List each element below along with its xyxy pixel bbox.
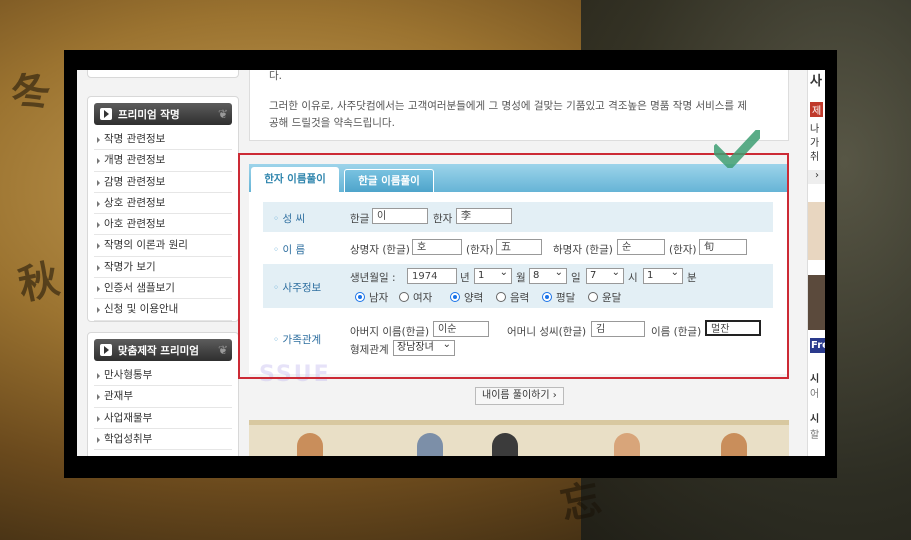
free-badge[interactable]: Free	[810, 338, 825, 353]
menu-item[interactable]: 학업성취부	[94, 429, 232, 451]
right-text: 가	[810, 138, 820, 149]
custom-premium-header[interactable]: 맞춤제작 프리미엄 ❦	[94, 339, 232, 361]
right-badge: 제	[810, 102, 824, 117]
menu-item[interactable]: 인증서 샘플보기	[94, 278, 232, 300]
sidebar-box-top	[87, 70, 239, 78]
right-text: 시	[810, 414, 820, 425]
menu-item[interactable]: 만사형통부	[94, 365, 232, 387]
right-nav-arrow[interactable]: ›	[808, 170, 825, 184]
play-icon	[100, 108, 112, 120]
menu-item[interactable]: 아호 관련정보	[94, 214, 232, 236]
menu-item[interactable]: 관재부	[94, 386, 232, 408]
right-sidebar: 사 제 나 가 취 › Free 시 어 시 할	[807, 70, 825, 456]
web-page: 프리미엄 작명 ❦ 작명 관련정보 개명 관련정보 감명 관련정보 상호 관련정…	[77, 70, 825, 456]
ornament-icon: ❦	[217, 343, 228, 357]
right-text: 사	[810, 74, 822, 89]
intro-line: 공해 드릴것을 약속드립니다.	[269, 117, 395, 129]
menu-item[interactable]: 사업재물부	[94, 408, 232, 429]
right-text: 나	[810, 124, 820, 135]
character-figure	[721, 433, 747, 456]
intro-line: 그러한 이유로, 사주닷컴에서는 고객여러분들에게 그 명성에 걸맞는 기품있고…	[269, 100, 748, 112]
right-text: 시	[810, 374, 820, 385]
menu-item[interactable]: 감명 관련정보	[94, 172, 232, 193]
character-figure	[417, 433, 443, 456]
custom-premium-title: 맞춤제작 프리미엄	[118, 344, 199, 357]
intro-text-box: 다. 그러한 이유로, 사주닷컴에서는 고객여러분들에게 그 명성에 걸맞는 기…	[249, 70, 789, 141]
character-figure	[297, 433, 323, 456]
analyze-name-button[interactable]: 내이름 풀이하기 ›	[475, 387, 564, 405]
menu-item[interactable]: 개명 관련정보	[94, 150, 232, 172]
menu-item[interactable]: 작명의 이론과 원리	[94, 235, 232, 257]
character-figure	[492, 433, 518, 456]
background-ink-decoration: 秋	[14, 255, 64, 310]
premium-naming-header[interactable]: 프리미엄 작명 ❦	[94, 103, 232, 125]
left-sidebar: 프리미엄 작명 ❦ 작명 관련정보 개명 관련정보 감명 관련정보 상호 관련정…	[83, 70, 239, 456]
main-content: 다. 그러한 이유로, 사주닷컴에서는 고객여러분들에게 그 명성에 걸맞는 기…	[238, 70, 789, 456]
premium-naming-menu: 작명 관련정보 개명 관련정보 감명 관련정보 상호 관련정보 아호 관련정보 …	[94, 129, 232, 321]
checkmark-icon	[714, 130, 760, 168]
character-figure	[614, 433, 640, 456]
right-image	[808, 275, 825, 330]
menu-item[interactable]: 신청 및 이용안내	[94, 299, 232, 321]
menu-item[interactable]: 작명 관련정보	[94, 129, 232, 151]
highlight-box	[238, 153, 789, 379]
menu-item[interactable]: 작명가 보기	[94, 257, 232, 279]
right-text: 할	[810, 430, 820, 441]
background-ink-decoration: 冬	[6, 65, 56, 120]
intro-line: 다.	[269, 70, 282, 82]
premium-naming-box: 프리미엄 작명 ❦ 작명 관련정보 개명 관련정보 감명 관련정보 상호 관련정…	[87, 96, 239, 322]
ornament-icon: ❦	[217, 107, 228, 121]
right-text: 어	[810, 389, 820, 400]
menu-item[interactable]: 상호 관련정보	[94, 193, 232, 215]
characters-banner	[249, 420, 789, 456]
right-image	[808, 202, 825, 260]
right-text: 취	[810, 152, 820, 163]
custom-premium-menu: 만사형통부 관재부 사업재물부 학업성취부	[94, 365, 232, 451]
premium-naming-title: 프리미엄 작명	[118, 108, 180, 121]
play-icon	[100, 344, 112, 356]
custom-premium-box: 맞춤제작 프리미엄 ❦ 만사형통부 관재부 사업재물부 학업성취부	[87, 332, 239, 456]
